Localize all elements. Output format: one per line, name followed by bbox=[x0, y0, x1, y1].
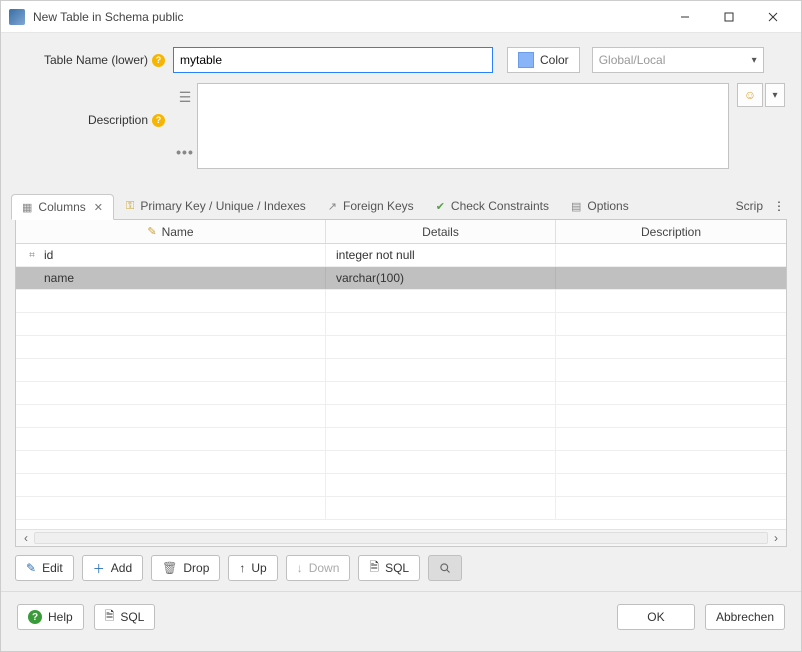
color-button[interactable]: Color bbox=[507, 47, 580, 73]
check-icon: ✔ bbox=[436, 200, 445, 213]
table-name-input[interactable] bbox=[173, 47, 493, 73]
dropdown-button[interactable]: ▾ bbox=[765, 83, 785, 107]
form-area: Table Name (lower) ? Color Global/Local … bbox=[1, 33, 801, 187]
up-button[interactable]: ↑ Up bbox=[228, 555, 277, 581]
sql-button[interactable]: 🗎 SQL bbox=[358, 555, 420, 581]
cell-name: id bbox=[44, 248, 53, 262]
ok-button[interactable]: OK bbox=[617, 604, 695, 630]
table-row[interactable] bbox=[16, 497, 786, 520]
close-tab-icon[interactable]: ✕ bbox=[94, 201, 103, 214]
minimize-button[interactable] bbox=[663, 2, 707, 32]
dialog-window: New Table in Schema public Table Name (l… bbox=[0, 0, 802, 652]
search-button[interactable] bbox=[428, 555, 462, 581]
horizontal-scrollbar[interactable]: ‹ › bbox=[16, 529, 786, 546]
tab-foreign-keys[interactable]: ↗ Foreign Keys bbox=[318, 194, 424, 218]
column-icon bbox=[26, 272, 38, 284]
drop-button[interactable]: 🗑 Drop bbox=[151, 555, 220, 581]
help-icon[interactable]: ? bbox=[152, 54, 165, 67]
grid-body[interactable]: ⌗ id integer not null name varchar(100) bbox=[16, 244, 786, 529]
close-button[interactable] bbox=[751, 2, 795, 32]
table-row[interactable] bbox=[16, 290, 786, 313]
document-icon: 🗎 bbox=[369, 558, 379, 579]
color-swatch-icon bbox=[518, 52, 534, 68]
help-button[interactable]: ? Help bbox=[17, 604, 84, 630]
table-row[interactable] bbox=[16, 405, 786, 428]
scroll-left-icon[interactable]: ‹ bbox=[18, 531, 34, 545]
window-title: New Table in Schema public bbox=[33, 10, 663, 24]
table-row[interactable] bbox=[16, 428, 786, 451]
options-icon: ▤ bbox=[571, 200, 581, 213]
emoji-button[interactable]: ☺ bbox=[737, 83, 763, 107]
dialog-footer: ? Help 🗎 SQL OK Abbrechen bbox=[1, 592, 801, 642]
col-header-description[interactable]: Description bbox=[556, 220, 786, 243]
table-row[interactable] bbox=[16, 336, 786, 359]
pencil-icon: ✎ bbox=[147, 225, 156, 238]
titlebar: New Table in Schema public bbox=[1, 1, 801, 33]
table-row[interactable] bbox=[16, 382, 786, 405]
search-icon bbox=[439, 562, 451, 574]
emoji-icon: ☺ bbox=[744, 88, 756, 102]
grid-header: ✎ Name Details Description bbox=[16, 220, 786, 244]
cell-details: integer not null bbox=[336, 248, 415, 262]
description-textarea[interactable] bbox=[197, 83, 729, 169]
help-icon[interactable]: ? bbox=[152, 114, 165, 127]
cell-details: varchar(100) bbox=[336, 271, 404, 285]
description-side-tools: ☰ ••• bbox=[173, 83, 197, 160]
link-icon: ↗ bbox=[328, 200, 337, 213]
maximize-button[interactable] bbox=[707, 2, 751, 32]
table-row[interactable]: name varchar(100) bbox=[16, 267, 786, 290]
table-name-label: Table Name (lower) ? bbox=[17, 53, 173, 67]
cell-name: name bbox=[44, 271, 74, 285]
col-header-details[interactable]: Details bbox=[326, 220, 556, 243]
columns-grid: ✎ Name Details Description ⌗ id integer no… bbox=[15, 219, 787, 547]
add-button[interactable]: ＋ Add bbox=[82, 555, 143, 581]
arrow-down-icon: ↓ bbox=[297, 561, 303, 575]
col-header-name[interactable]: ✎ Name bbox=[16, 220, 326, 243]
cancel-button[interactable]: Abbrechen bbox=[705, 604, 785, 630]
chevron-down-icon: ▾ bbox=[752, 55, 757, 66]
dialog-content: Table Name (lower) ? Color Global/Local … bbox=[1, 33, 801, 651]
table-row[interactable] bbox=[16, 451, 786, 474]
arrow-up-icon: ↑ bbox=[239, 561, 245, 575]
kebab-icon: ⋮ bbox=[773, 199, 785, 213]
column-icon: ⌗ bbox=[26, 249, 38, 261]
scope-dropdown[interactable]: Global/Local ▾ bbox=[592, 47, 764, 73]
footer-sql-button[interactable]: 🗎 SQL bbox=[94, 604, 156, 630]
down-button: ↓ Down bbox=[286, 555, 351, 581]
table-row[interactable]: ⌗ id integer not null bbox=[16, 244, 786, 267]
table-row[interactable] bbox=[16, 474, 786, 497]
tab-primary-key[interactable]: ⚿ Primary Key / Unique / Indexes bbox=[116, 194, 316, 218]
scroll-track[interactable] bbox=[34, 532, 768, 544]
chevron-down-icon: ▾ bbox=[772, 90, 777, 101]
key-icon: ⚿ bbox=[126, 200, 134, 213]
description-label: Description ? bbox=[17, 83, 173, 127]
edit-button[interactable]: ✎ Edit bbox=[15, 555, 74, 581]
tabs-overflow-button[interactable]: ⋮ bbox=[767, 195, 791, 217]
app-icon bbox=[9, 9, 25, 25]
scroll-right-icon[interactable]: › bbox=[768, 531, 784, 545]
table-row[interactable] bbox=[16, 359, 786, 382]
tab-check-constraints[interactable]: ✔ Check Constraints bbox=[426, 194, 559, 218]
tab-bar: ▦ Columns ✕ ⚿ Primary Key / Unique / Ind… bbox=[1, 187, 801, 219]
plus-icon: ＋ bbox=[93, 560, 105, 577]
format-icon[interactable]: ☰ bbox=[179, 89, 192, 106]
table-row[interactable] bbox=[16, 313, 786, 336]
trash-icon: 🗑 bbox=[162, 561, 177, 575]
tab-columns[interactable]: ▦ Columns ✕ bbox=[11, 194, 114, 220]
help-icon: ? bbox=[28, 610, 42, 624]
columns-icon: ▦ bbox=[22, 201, 32, 214]
window-controls bbox=[663, 2, 795, 32]
document-icon: 🗎 bbox=[105, 607, 115, 628]
pencil-icon: ✎ bbox=[26, 561, 36, 575]
tab-options[interactable]: ▤ Options bbox=[561, 194, 639, 218]
more-icon[interactable]: ••• bbox=[176, 144, 194, 160]
tab-script[interactable]: Scrip bbox=[726, 194, 765, 218]
grid-toolbar: ✎ Edit ＋ Add 🗑 Drop ↑ Up ↓ Down 🗎 SQL bbox=[1, 547, 801, 591]
